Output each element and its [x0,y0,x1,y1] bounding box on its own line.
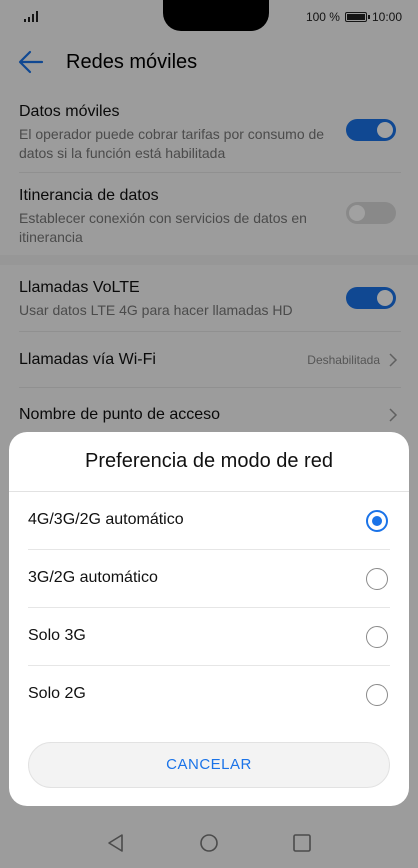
radio-button[interactable] [366,684,388,706]
radio-button-selected[interactable] [366,510,388,532]
radio-button[interactable] [366,568,388,590]
dialog-title: Preferencia de modo de red [85,450,333,472]
network-mode-option[interactable]: 3G/2G automático [9,550,409,608]
network-mode-option[interactable]: 4G/3G/2G automático [9,492,409,550]
radio-button[interactable] [366,626,388,648]
option-label: Solo 2G [28,685,86,702]
option-label: 3G/2G automático [28,569,158,586]
option-label: 4G/3G/2G automático [28,511,184,528]
network-mode-option[interactable]: Solo 2G [9,666,409,724]
option-label: Solo 3G [28,627,86,644]
network-mode-option[interactable]: Solo 3G [9,608,409,666]
cancel-button[interactable]: CANCELAR [28,742,390,788]
network-mode-dialog: Preferencia de modo de red 4G/3G/2G auto… [9,432,409,806]
